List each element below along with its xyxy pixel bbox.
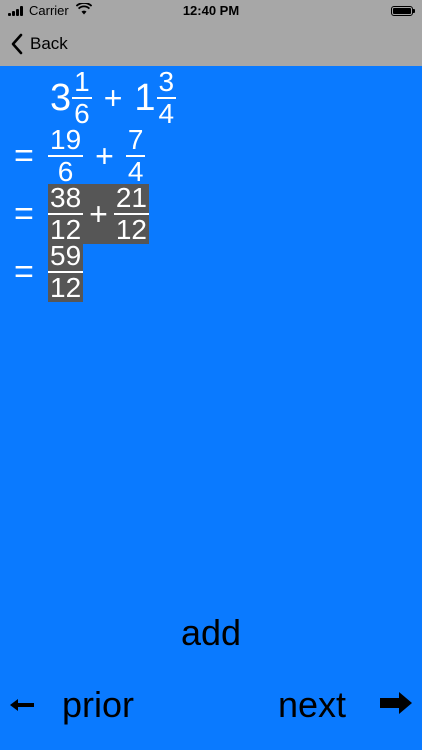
whole-number: 1 — [134, 76, 156, 119]
right-arrow-icon[interactable] — [380, 692, 412, 714]
equals-sign: = — [14, 136, 34, 175]
whole-number: 3 — [50, 76, 72, 119]
fraction: 19 6 — [48, 124, 84, 186]
back-label: Back — [30, 34, 68, 53]
back-button[interactable]: Back — [10, 30, 68, 58]
step-2: = 19 6 + 7 4 — [14, 124, 146, 186]
chevron-left-icon — [11, 33, 23, 55]
equals-sign: = — [14, 252, 34, 291]
numerator: 21 — [115, 182, 147, 213]
numerator: 38 — [50, 182, 82, 213]
fraction: 21 12 — [113, 182, 149, 245]
fraction: 7 4 — [125, 124, 146, 186]
fraction: 38 12 — [48, 182, 84, 244]
next-button[interactable]: next — [278, 684, 346, 726]
denominator: 12 — [115, 214, 147, 245]
plus-operator: + — [89, 195, 108, 232]
fraction: 3 4 — [156, 66, 177, 129]
step-4: = 59 12 — [14, 240, 84, 303]
highlighted-expression: 38 12 + 21 12 — [48, 184, 149, 244]
battery-icon — [391, 6, 415, 16]
step-3: = 38 12 + 21 12 — [14, 184, 149, 244]
left-arrow-icon[interactable] — [10, 696, 34, 714]
numerator: 19 — [50, 124, 82, 155]
operation-label: add — [180, 612, 242, 653]
numerator: 7 — [127, 124, 144, 155]
fraction: 1 6 — [72, 68, 92, 128]
numerator: 59 — [50, 240, 82, 271]
plus-operator: + — [95, 137, 114, 174]
numerator: 1 — [74, 66, 90, 97]
step-1: 3 1 6 + 1 3 4 — [50, 66, 177, 129]
prior-button[interactable]: prior — [62, 684, 134, 726]
denominator: 4 — [158, 98, 175, 129]
status-bar: Carrier 12:40 PM — [0, 0, 422, 22]
numerator: 3 — [158, 66, 175, 97]
denominator: 12 — [50, 272, 82, 303]
highlighted-expression: 59 12 — [48, 240, 84, 303]
navigation-header: Carrier 12:40 PM Back — [0, 0, 422, 66]
plus-operator: + — [103, 79, 123, 116]
step-navigation: prior next — [0, 680, 422, 730]
status-time: 12:40 PM — [182, 3, 240, 18]
equals-sign: = — [14, 194, 34, 233]
fraction: 59 12 — [48, 240, 84, 303]
